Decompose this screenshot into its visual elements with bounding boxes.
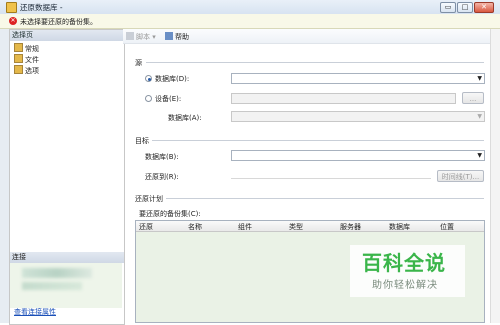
help-button[interactable]: 帮助 [165, 32, 189, 42]
vertical-scrollbar[interactable] [490, 29, 500, 323]
blurred-server-name [22, 268, 92, 278]
page-icon [14, 43, 23, 52]
maximize-button[interactable]: □ [457, 2, 473, 13]
chevron-down-icon: ▼ [477, 152, 482, 159]
minimize-button[interactable]: ▭ [440, 2, 456, 13]
chevron-down-icon: ▼ [477, 113, 482, 120]
column-header-location[interactable]: 位置 [440, 222, 454, 232]
column-header-restore[interactable]: 还原 [139, 222, 153, 232]
script-button[interactable]: 脚本 ▾ [126, 32, 156, 42]
device-radio[interactable] [145, 95, 152, 102]
nav-item-general[interactable]: 常规 [14, 43, 39, 54]
browse-device-button[interactable]: ... [462, 92, 484, 104]
device-radio-label: 设备(E): [155, 95, 182, 103]
nav-item-files[interactable]: 文件 [14, 54, 39, 65]
view-connection-properties-link[interactable]: 查看连接属性 [14, 307, 56, 317]
column-header-type[interactable]: 类型 [289, 222, 303, 232]
device-input[interactable] [231, 93, 456, 104]
title-bar: 还原数据库 - ▭ □ ✕ [0, 0, 500, 15]
watermark-title: 百科全说 [362, 251, 446, 275]
nav-item-label: 文件 [25, 56, 39, 64]
source-section-title: 源 [135, 59, 142, 67]
error-message: 未选择要还原的备份集。 [20, 18, 97, 26]
database-icon [6, 2, 17, 13]
connection-header: 连接 [10, 252, 124, 263]
timeline-button[interactable]: 时间线(T)... [437, 170, 484, 182]
source-database-combo[interactable]: ▼ [231, 73, 485, 84]
nav-item-label: 选项 [25, 67, 39, 75]
source-divider [146, 62, 484, 63]
column-header-name[interactable]: 名称 [188, 222, 202, 232]
page-icon [14, 54, 23, 63]
device-database-label: 数据库(A): [168, 114, 202, 122]
script-label: 脚本 [136, 33, 150, 41]
database-radio-label: 数据库(D): [155, 75, 190, 83]
device-database-combo[interactable]: ▼ [231, 111, 485, 122]
nav-item-label: 常规 [25, 45, 39, 53]
script-icon [126, 32, 134, 40]
target-divider [152, 140, 484, 141]
page-icon [14, 65, 23, 74]
error-icon: ✕ [9, 17, 17, 25]
left-edge-strip [0, 29, 9, 323]
nav-item-options[interactable]: 选项 [14, 65, 39, 76]
target-database-label: 数据库(B): [145, 153, 179, 161]
help-icon [165, 32, 173, 40]
restore-to-label: 还原到(R): [145, 173, 179, 181]
blurred-user-name [22, 282, 82, 290]
select-page-header: 选择页 [10, 30, 124, 41]
chevron-down-icon: ▼ [477, 75, 482, 82]
column-header-server[interactable]: 服务器 [340, 222, 361, 232]
window-title: 还原数据库 - [20, 3, 63, 12]
column-header-component[interactable]: 组件 [238, 222, 252, 232]
close-button[interactable]: ✕ [474, 2, 494, 13]
column-header-database[interactable]: 数据库 [389, 222, 410, 232]
target-section-title: 目标 [135, 137, 149, 145]
restore-plan-divider [166, 198, 484, 199]
database-radio[interactable] [145, 75, 152, 82]
restore-plan-title: 还原计划 [135, 195, 163, 203]
restore-to-value [231, 178, 431, 179]
watermark-subtitle: 助你轻松解决 [372, 280, 438, 291]
backup-sets-label: 要还原的备份集(C): [139, 210, 201, 218]
help-label: 帮助 [175, 33, 189, 41]
target-database-combo[interactable]: ▼ [231, 150, 485, 161]
